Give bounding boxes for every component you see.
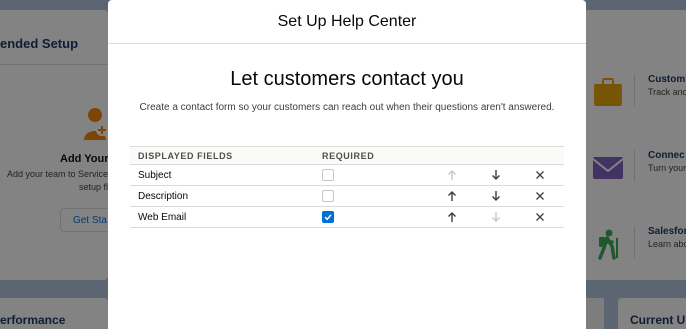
move-up-icon[interactable] [446,211,458,223]
table-header: DISPLAYED FIELDS REQUIRED [130,146,564,165]
column-header-displayed-fields: DISPLAYED FIELDS [138,151,233,161]
modal-hero: Let customers contact you Create a conta… [108,68,586,113]
remove-icon[interactable] [534,169,546,181]
move-down-icon[interactable] [490,169,502,181]
remove-icon[interactable] [534,190,546,202]
hero-description: Create a contact form so your customers … [139,102,555,113]
table-row: Description [130,186,564,207]
setup-help-center-modal: Set Up Help Center Let customers contact… [108,0,586,329]
required-checkbox[interactable] [322,211,334,223]
remove-icon[interactable] [534,211,546,223]
required-checkbox[interactable] [322,190,334,202]
checkmark-icon [324,214,332,221]
hero-title: Let customers contact you [230,68,464,90]
modal-header: Set Up Help Center [108,0,586,44]
field-label-description: Description [138,191,189,202]
field-label-subject: Subject [138,170,172,181]
move-up-icon[interactable] [446,190,458,202]
required-checkbox[interactable] [322,169,334,181]
move-down-icon[interactable] [490,190,502,202]
move-down-icon[interactable] [490,211,502,223]
contact-fields-table: DISPLAYED FIELDS REQUIRED Subject Descri… [130,146,564,228]
table-row: Web Email [130,207,564,228]
field-label-web-email: Web Email [138,212,187,223]
move-up-icon[interactable] [446,169,458,181]
table-row: Subject [130,165,564,186]
modal-title: Set Up Help Center [277,12,417,30]
column-header-required: REQUIRED [322,151,375,161]
